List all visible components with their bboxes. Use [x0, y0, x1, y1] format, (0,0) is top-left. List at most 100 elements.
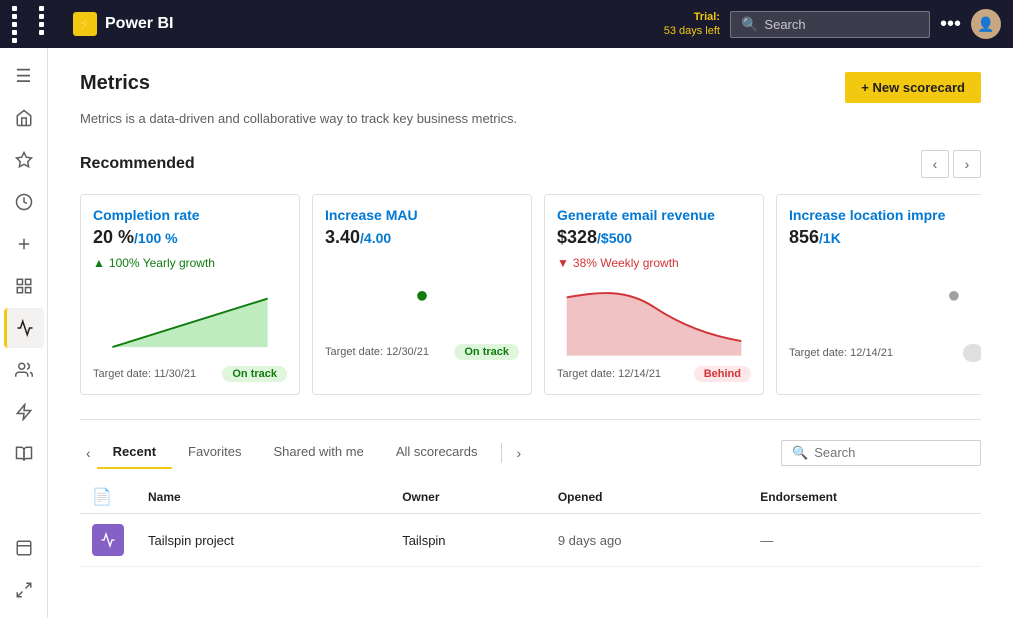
status-badge: Behind [694, 366, 751, 382]
card-footer: Target date: 11/30/21 On track [93, 366, 287, 382]
card-target: /$500 [597, 230, 632, 246]
tab-prev-button[interactable]: ‹ [80, 441, 97, 465]
col-name: Name [136, 481, 390, 514]
tabs-row: ‹ Recent Favorites Shared with me All sc… [80, 436, 981, 469]
brand-icon: ⚡ [73, 12, 97, 36]
more-options-button[interactable]: ••• [940, 13, 961, 36]
page-title: Metrics [80, 72, 150, 95]
card-title: Increase MAU [325, 207, 519, 223]
waffle-menu[interactable] [12, 6, 63, 43]
prev-arrow[interactable]: ‹ [921, 150, 949, 178]
card-title: Increase location impre [789, 207, 981, 223]
col-icon: 📄 [80, 481, 136, 514]
next-arrow[interactable]: › [953, 150, 981, 178]
global-search[interactable]: 🔍 [730, 11, 930, 38]
row-opened: 9 days ago [546, 514, 748, 567]
top-navigation: ⚡ Power BI Trial: 53 days left 🔍 ••• 👤 [0, 0, 1013, 48]
tab-recent[interactable]: Recent [97, 436, 172, 469]
sidebar-item-apps[interactable] [4, 266, 44, 306]
row-owner[interactable]: Tailspin [390, 514, 546, 567]
target-date: Target date: 12/14/21 [789, 347, 893, 359]
metric-card-email-revenue[interactable]: Generate email revenue $328/$500 ▼ 38% W… [544, 194, 764, 395]
sidebar-item-menu[interactable]: ☰ [4, 56, 44, 96]
scorecards-table: 📄 Name Owner Opened Endorsement [80, 481, 981, 567]
sidebar-item-expand[interactable] [4, 570, 44, 610]
target-date: Target date: 12/14/21 [557, 368, 661, 380]
tab-favorites[interactable]: Favorites [172, 436, 257, 469]
card-value: 20 %/100 % [93, 227, 287, 248]
sidebar-item-recent[interactable] [4, 182, 44, 222]
sidebar-item-learn[interactable] [4, 434, 44, 474]
avatar[interactable]: 👤 [971, 9, 1001, 39]
card-footer: Target date: 12/14/21 [789, 344, 981, 362]
nav-arrows: ‹ › [921, 150, 981, 178]
card-title: Completion rate [93, 207, 287, 223]
trial-badge: Trial: 53 days left [664, 10, 720, 39]
recommended-section-header: Recommended ‹ › [80, 150, 981, 178]
target-date: Target date: 12/30/21 [325, 346, 429, 358]
card-trend: ▼ 38% Weekly growth [557, 256, 751, 270]
col-opened: Opened [546, 481, 748, 514]
sidebar-item-workspace[interactable] [4, 528, 44, 568]
card-target: /4.00 [360, 230, 391, 246]
row-name[interactable]: Tailspin project [136, 514, 390, 567]
metric-card-increase-mau[interactable]: Increase MAU 3.40/4.00 Target date: 12/3… [312, 194, 532, 395]
card-chart [325, 256, 519, 336]
sidebar-item-create[interactable] [4, 224, 44, 264]
target-date: Target date: 11/30/21 [93, 368, 196, 380]
card-chart [789, 256, 981, 336]
trial-label: Trial: [664, 10, 720, 24]
card-chart [93, 278, 287, 358]
tab-search[interactable]: 🔍 [781, 440, 981, 466]
card-value: $328/$500 [557, 227, 751, 248]
card-target: /100 % [134, 230, 178, 246]
days-left: 53 days left [664, 24, 720, 38]
status-badge: On track [222, 366, 287, 382]
card-footer: Target date: 12/30/21 On track [325, 344, 519, 360]
main-layout: ☰ [0, 48, 1013, 618]
page-title-group: Metrics [80, 72, 150, 95]
card-trend: ▲ 100% Yearly growth [93, 256, 287, 270]
tab-divider [501, 443, 502, 463]
card-footer: Target date: 12/14/21 Behind [557, 366, 751, 382]
metric-cards-container: Completion rate 20 %/100 % ▲ 100% Yearly… [80, 194, 981, 395]
col-endorsement: Endorsement [748, 481, 981, 514]
sidebar-item-home[interactable] [4, 98, 44, 138]
brand: ⚡ Power BI [73, 12, 654, 36]
bottom-section: ‹ Recent Favorites Shared with me All sc… [80, 419, 981, 567]
card-value: 856/1K [789, 227, 981, 248]
tab-shared-with-me[interactable]: Shared with me [258, 436, 380, 469]
tab-search-icon: 🔍 [792, 445, 808, 461]
status-badge: On track [454, 344, 519, 360]
search-icon: 🔍 [741, 16, 758, 33]
file-icon: 📄 [92, 489, 112, 506]
metric-card-completion-rate[interactable]: Completion rate 20 %/100 % ▲ 100% Yearly… [80, 194, 300, 395]
row-icon-cell [80, 514, 136, 567]
table-row[interactable]: Tailspin project Tailspin 9 days ago — [80, 514, 981, 567]
sidebar-item-favorites[interactable] [4, 140, 44, 180]
row-endorsement: — [748, 514, 981, 567]
sidebar-item-people[interactable] [4, 350, 44, 390]
scorecard-icon [92, 524, 124, 556]
sidebar: ☰ [0, 48, 48, 618]
col-owner: Owner [390, 481, 546, 514]
tab-next-button[interactable]: › [510, 441, 527, 465]
card-title: Generate email revenue [557, 207, 751, 223]
card-chart [557, 278, 751, 358]
new-scorecard-button[interactable]: + New scorecard [845, 72, 981, 103]
status-badge [963, 344, 981, 362]
card-value: 3.40/4.00 [325, 227, 519, 248]
page-header: Metrics + New scorecard [80, 72, 981, 103]
tab-all-scorecards[interactable]: All scorecards [380, 436, 494, 469]
sidebar-item-metrics[interactable] [4, 308, 44, 348]
main-content: Metrics + New scorecard Metrics is a dat… [48, 48, 1013, 618]
brand-name: Power BI [105, 15, 173, 33]
tab-search-input[interactable] [814, 445, 964, 460]
card-target: /1K [819, 230, 841, 246]
section-title: Recommended [80, 155, 195, 173]
sidebar-item-deploy[interactable] [4, 392, 44, 432]
page-subtitle: Metrics is a data-driven and collaborati… [80, 111, 981, 126]
metric-card-location-impressions[interactable]: Increase location impre 856/1K Target da… [776, 194, 981, 395]
nav-actions: ••• 👤 [940, 9, 1001, 39]
search-input[interactable] [764, 17, 904, 32]
